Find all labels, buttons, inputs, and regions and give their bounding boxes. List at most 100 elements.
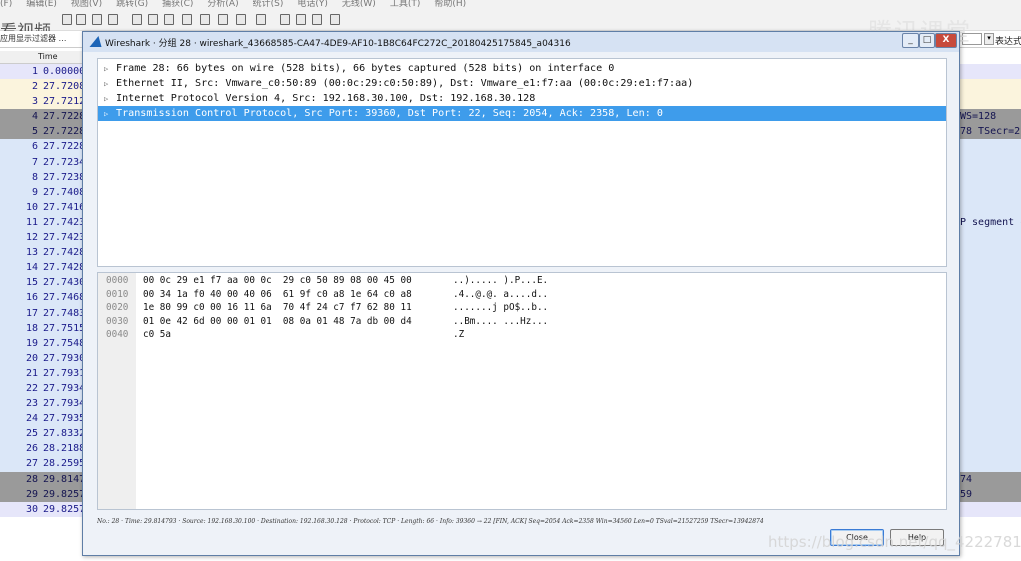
table-row[interactable]: 5 27.7228 — [0, 124, 85, 140]
menu-item[interactable]: 编辑(E) — [26, 0, 57, 9]
back-icon[interactable] — [148, 14, 158, 25]
hex-ascii[interactable]: ..Bm.... ...Hz... — [453, 315, 548, 329]
menu-item[interactable]: 视图(V) — [71, 0, 102, 9]
table-row[interactable]: 19 27.7548 — [0, 335, 85, 351]
hex-bytes[interactable]: c0 5a — [143, 328, 171, 342]
hex-offset: 0030 — [106, 315, 129, 327]
expression-button[interactable]: 表达式 — [995, 34, 1021, 47]
table-row[interactable]: 22 27.7934 — [0, 380, 85, 397]
expand-arrow-icon[interactable]: ▷ — [104, 77, 116, 91]
tree-item-ethernet[interactable]: ▷ Ethernet II, Src: Vmware_c0:50:89 (00:0… — [98, 76, 946, 91]
table-row[interactable]: 23 27.7934 — [0, 396, 85, 412]
find-icon[interactable] — [132, 14, 142, 25]
table-row[interactable]: 26 28.2188 — [0, 441, 85, 457]
filter-dropdown-button[interactable]: ▾ — [984, 33, 994, 45]
resize-columns-icon[interactable] — [330, 14, 340, 25]
hex-bytes[interactable]: 01 0e 42 6d 00 00 01 01 08 0a 01 48 7a d… — [143, 315, 412, 329]
hex-ascii[interactable]: .4..@.@. a....d.. — [453, 288, 548, 302]
hex-ascii[interactable]: .......j pO$..b.. — [453, 301, 548, 315]
menu-item[interactable]: (F) — [0, 0, 12, 9]
table-row[interactable]: 21 27.7931 — [0, 365, 85, 381]
table-row[interactable]: 8 27.7238 — [0, 169, 85, 185]
packet-list[interactable]: 1 0.00000 2 27.7208 3 27.7212 4 27.7228 5 27.7228… — [0, 64, 85, 517]
table-row[interactable]: 25 27.8332 — [0, 426, 85, 442]
hex-bytes[interactable]: 1e 80 99 c0 00 16 11 6a 70 4f 24 c7 f7 6… — [143, 301, 412, 315]
autoscroll-icon[interactable] — [236, 14, 246, 25]
menu-item[interactable]: 无线(W) — [342, 0, 376, 9]
packet-info-cell — [960, 335, 1021, 351]
menu-item[interactable]: 电话(Y) — [297, 0, 328, 9]
packet-info-cell — [960, 230, 1021, 246]
expand-arrow-icon[interactable]: ▷ — [104, 107, 116, 121]
zoom-reset-icon[interactable] — [312, 14, 322, 25]
dialog-titlebar[interactable]: Wireshark · 分组 28 · wireshark_43668585-C… — [83, 32, 959, 52]
first-packet-icon[interactable] — [200, 14, 210, 25]
packet-number: 3 — [31, 96, 38, 108]
tree-item-ipv4[interactable]: ▷ Internet Protocol Version 4, Src: 192.1… — [98, 91, 946, 106]
menu-item[interactable]: 统计(S) — [253, 0, 284, 9]
table-row[interactable]: 28 29.8147 — [0, 471, 85, 487]
table-row[interactable]: 6 27.7228 — [0, 139, 85, 155]
table-row[interactable]: 2 27.7208 — [0, 79, 85, 95]
watermark-url: https://blog.csdn.net/qq_42227818 — [768, 533, 1021, 551]
minimize-button[interactable]: _ — [902, 33, 919, 48]
table-row[interactable]: 29 29.8257 — [0, 486, 85, 502]
last-packet-icon[interactable] — [218, 14, 228, 25]
menu-item[interactable]: 跳转(G) — [116, 0, 148, 9]
zoom-in-icon[interactable] — [280, 14, 290, 25]
save-file-icon[interactable] — [76, 14, 86, 25]
table-row[interactable]: 9 27.7408 — [0, 184, 85, 200]
packet-time: 27.8332 — [43, 428, 85, 440]
hex-ascii[interactable]: .Z — [453, 328, 464, 342]
zoom-out-icon[interactable] — [296, 14, 306, 25]
packet-number: 7 — [31, 156, 38, 168]
dialog-title: Wireshark · 分组 28 · wireshark_43668585-C… — [105, 39, 571, 49]
menu-item[interactable]: 分析(A) — [207, 0, 238, 9]
table-row[interactable]: 24 27.7935 — [0, 411, 85, 427]
packet-info-cell — [960, 184, 1021, 200]
table-row[interactable]: 13 27.7428 — [0, 245, 85, 261]
table-row[interactable]: 11 27.7423 — [0, 214, 85, 231]
tree-item-tcp[interactable]: ▷ Transmission Control Protocol, Src Port… — [98, 106, 946, 121]
table-row[interactable]: 1 0.00000 — [0, 64, 85, 80]
expand-arrow-icon[interactable]: ▷ — [104, 92, 116, 106]
reload-icon[interactable] — [108, 14, 118, 25]
table-row[interactable]: 4 27.7228 — [0, 109, 85, 125]
forward-icon[interactable] — [164, 14, 174, 25]
hex-bytes[interactable]: 00 34 1a f0 40 00 40 06 61 9f c0 a8 1e 6… — [143, 288, 412, 302]
colorize-icon[interactable] — [256, 14, 266, 25]
packet-info-cell — [960, 245, 1021, 261]
table-row[interactable]: 17 27.7483 — [0, 305, 85, 321]
table-row[interactable]: 12 27.7423 — [0, 230, 85, 246]
hex-ascii[interactable]: ..)..... ).P...E. — [453, 274, 548, 288]
table-row[interactable]: 20 27.7930 — [0, 350, 85, 366]
time-column-header[interactable]: Time — [38, 52, 58, 61]
table-row[interactable]: 15 27.7430 — [0, 275, 85, 291]
hex-bytes[interactable]: 00 0c 29 e1 f7 aa 00 0c 29 c0 50 89 08 0… — [143, 274, 412, 288]
packet-list-header[interactable]: Time — [0, 51, 85, 64]
table-row[interactable]: 27 28.2595 — [0, 456, 85, 472]
packet-info-cell: WS=128 — [960, 109, 1021, 125]
menu-item[interactable]: 帮助(H) — [434, 0, 466, 9]
menu-item[interactable]: 捕获(C) — [162, 0, 193, 9]
open-file-icon[interactable] — [62, 14, 72, 25]
hex-dump-pane[interactable]: 0000 00 0c 29 e1 f7 aa 00 0c 29 c0 50 89… — [97, 272, 947, 510]
protocol-tree[interactable]: ▷ Frame 28: 66 bytes on wire (528 bits), … — [97, 58, 947, 267]
table-row[interactable]: 16 27.7468 — [0, 290, 85, 306]
go-to-packet-icon[interactable] — [182, 14, 192, 25]
maximize-button[interactable]: □ — [919, 33, 935, 48]
table-row[interactable]: 30 29.8257 — [0, 501, 85, 517]
close-window-button[interactable]: X — [935, 33, 957, 48]
packet-time: 27.7208 — [43, 81, 85, 93]
table-row[interactable]: 7 27.7234 — [0, 154, 85, 170]
table-row[interactable]: 10 27.7416 — [0, 199, 85, 215]
table-row[interactable]: 18 27.7515 — [0, 320, 85, 336]
tree-item-frame[interactable]: ▷ Frame 28: 66 bytes on wire (528 bits), … — [98, 61, 946, 76]
table-row[interactable]: 3 27.7212 — [0, 94, 85, 110]
close-file-icon[interactable] — [92, 14, 102, 25]
expand-arrow-icon[interactable]: ▷ — [104, 62, 116, 76]
packet-number: 19 — [25, 337, 38, 349]
table-row[interactable]: 14 27.7428 — [0, 260, 85, 276]
menu-item[interactable]: 工具(T) — [390, 0, 421, 9]
packet-time: 27.7228 — [43, 141, 85, 153]
